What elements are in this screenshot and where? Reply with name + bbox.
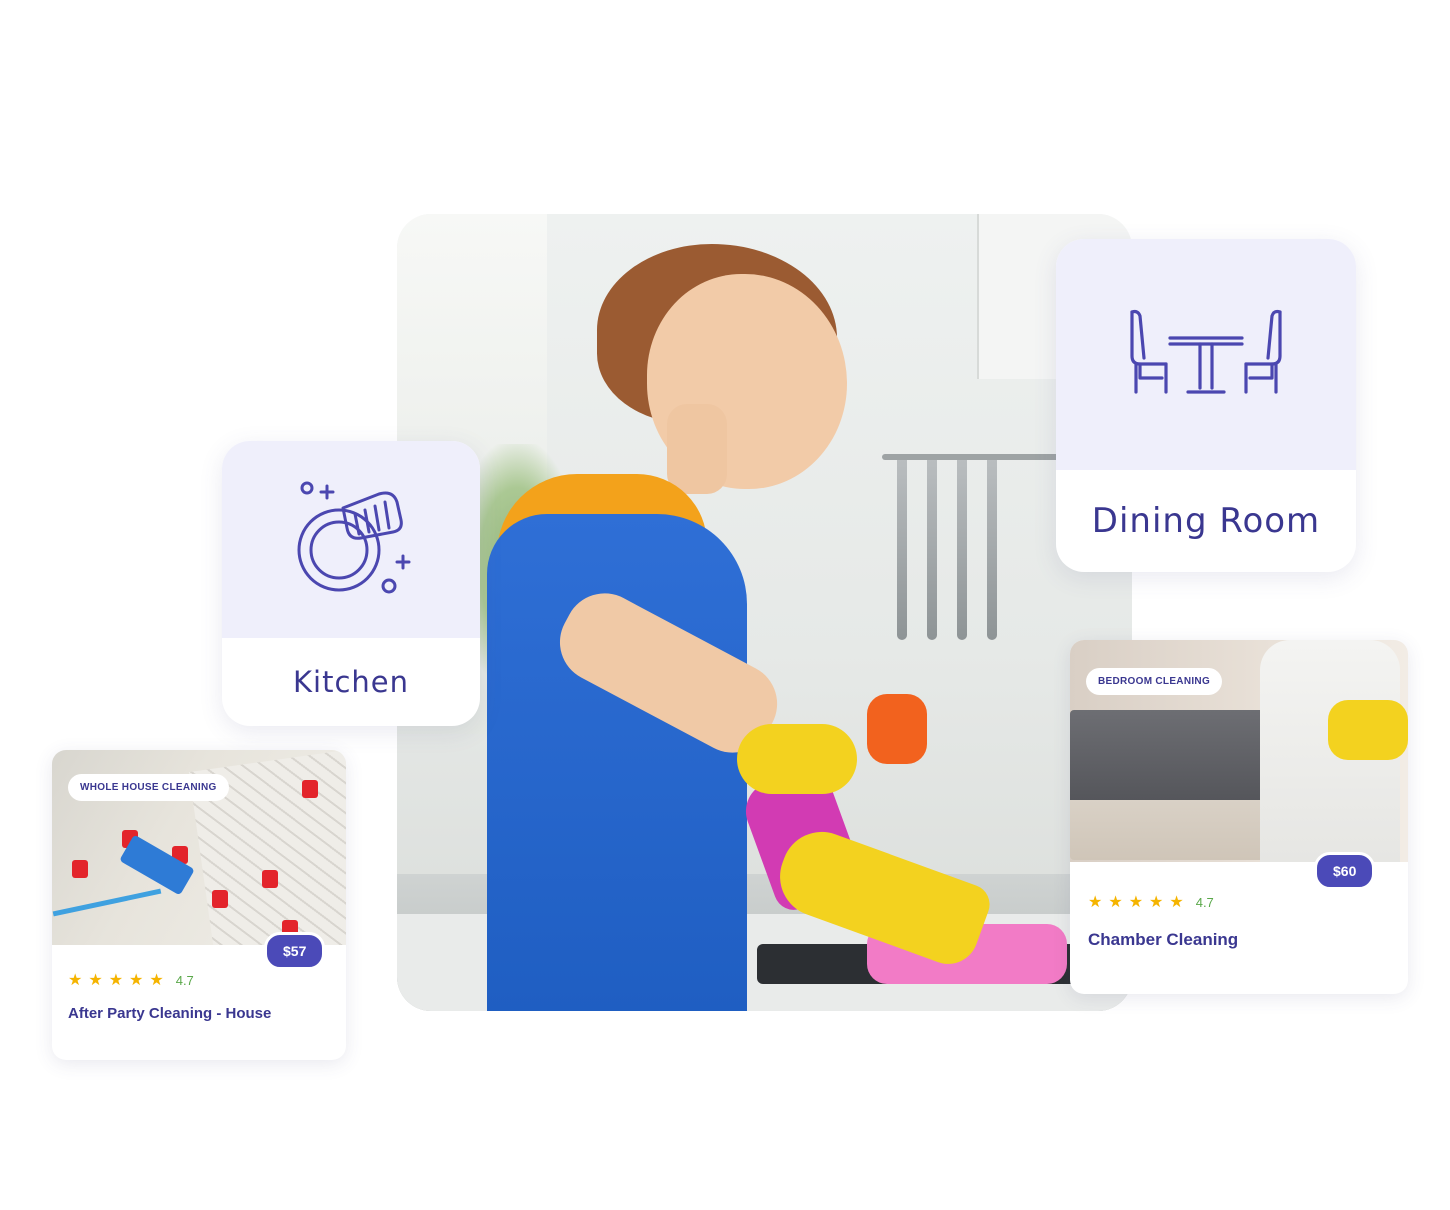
dining-table-icon [1126, 308, 1286, 402]
bed [1070, 710, 1270, 860]
hero-photo [397, 214, 1132, 1011]
star-icon: ★ [129, 970, 144, 989]
price-badge: $57 [264, 932, 326, 970]
mop-handle [52, 888, 162, 917]
service-card-chamber-cleaning[interactable]: BEDROOM CLEANING $60 ★ ★ ★ ★ ★ 4.7 Chamb… [1070, 640, 1408, 994]
utensil [957, 460, 967, 640]
gloves [1328, 700, 1408, 760]
star-icon: ★ [108, 970, 124, 989]
category-tile-kitchen[interactable]: Kitchen [222, 441, 480, 726]
utensil [987, 460, 997, 640]
rating-score: 4.7 [1195, 894, 1214, 910]
utensil [927, 460, 937, 640]
star-icon: ★ [88, 970, 103, 989]
service-title[interactable]: Chamber Cleaning [1088, 930, 1238, 950]
party-cup [302, 780, 318, 798]
price-badge: $60 [1314, 852, 1376, 890]
dish-cleaning-icon [281, 468, 421, 612]
tile-label: Dining Room [1091, 501, 1321, 541]
star-icon: ★ [1088, 892, 1103, 911]
star-icon: ★ [1128, 892, 1144, 911]
utensil [897, 460, 907, 640]
tile-icon-area [222, 441, 480, 638]
party-cup [262, 870, 278, 888]
service-card-after-party-cleaning[interactable]: WHOLE HOUSE CLEANING $57 ★ ★ ★ ★ ★ 4.7 A… [52, 750, 346, 1060]
service-title[interactable]: After Party Cleaning - House [68, 1005, 271, 1022]
glove-left [737, 724, 857, 794]
star-icon: ★ [68, 970, 83, 989]
tile-label: Kitchen [293, 665, 409, 699]
rating: ★ ★ ★ ★ ★ 4.7 [1088, 894, 1214, 910]
spray-nozzle [867, 694, 927, 764]
tile-icon-area [1056, 239, 1356, 470]
star-icon: ★ [1108, 892, 1123, 911]
party-cup [212, 890, 228, 908]
woman-neck [667, 404, 727, 494]
mop-head [119, 834, 195, 896]
star-icon: ★ [1169, 892, 1184, 911]
category-tag: BEDROOM CLEANING [1086, 668, 1223, 695]
category-tile-dining-room[interactable]: Dining Room [1056, 239, 1356, 572]
category-tag: WHOLE HOUSE CLEANING [68, 774, 229, 801]
party-cup [72, 860, 88, 878]
rating: ★ ★ ★ ★ ★ 4.7 [68, 972, 194, 988]
rating-score: 4.7 [175, 972, 194, 988]
star-icon: ★ [1149, 892, 1164, 911]
woman-apron [487, 514, 747, 1011]
star-icon: ★ [149, 970, 164, 989]
